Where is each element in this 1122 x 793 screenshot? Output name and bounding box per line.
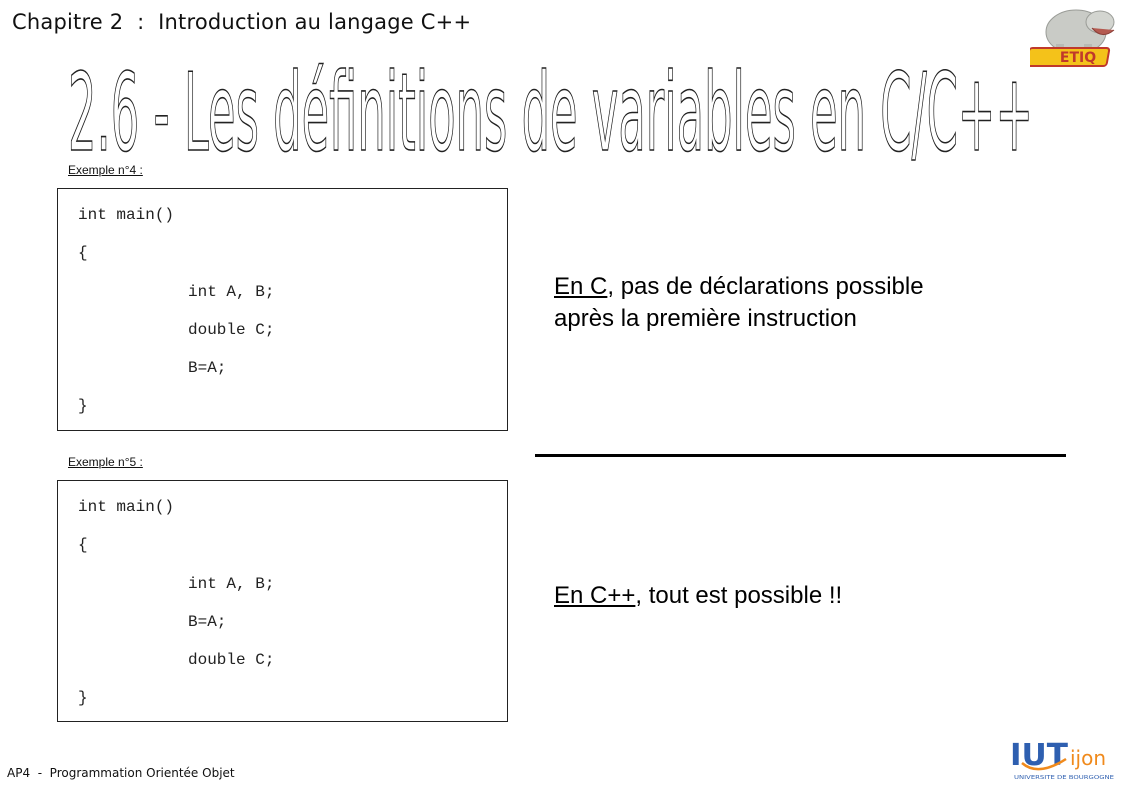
code-line: B=A; [188, 359, 227, 377]
note-c-rest: , pas de déclarations possible [607, 273, 924, 300]
code-line: { [78, 536, 88, 554]
example-5-label: Exemple n°5 : [68, 455, 143, 469]
code-block-example-4: int main() { int A, B; double C; B=A; } [57, 188, 508, 431]
note-cpp-rest: , tout est possible !! [635, 582, 843, 609]
footer-course-title: AP4 - Programmation Orientée Objet [7, 766, 235, 780]
university-text: UNIVERSITE DE BOURGOGNE [1014, 775, 1115, 781]
iut-dijon-logo: IUT ijon UNIVERSITE DE BOURGOGNE [1008, 737, 1120, 785]
note-c-emphasis: En C [554, 273, 608, 300]
note-c-line2: après la première instruction [554, 305, 857, 332]
code-line: } [78, 689, 88, 707]
divider-line [535, 454, 1066, 457]
note-cpp-emphasis: En C++ [554, 582, 636, 609]
code-line: int main() [78, 498, 175, 516]
etiq-hippo-logo: ETIQ [1025, 0, 1122, 75]
note-c-line1: En C, pas de déclarations possible [554, 271, 924, 303]
code-line: { [78, 244, 88, 262]
code-line: int A, B; [188, 283, 275, 301]
note-cpp: En C++, tout est possible !! [554, 580, 842, 612]
code-line: B=A; [188, 613, 227, 631]
code-line: int main() [78, 206, 175, 224]
etiq-text: ETIQ [1025, 47, 1111, 67]
code-line: } [78, 397, 88, 415]
section-title: 2.6 - Les définitions de variables en C/… [67, 50, 1043, 177]
chapter-title: Chapitre 2 : Introduction au langage C++ [12, 10, 472, 34]
code-block-example-5: int main() { int A, B; B=A; double C; } [57, 480, 508, 722]
code-line: double C; [188, 321, 275, 339]
code-line: int A, B; [188, 575, 275, 593]
iut-text: IUT [1010, 738, 1069, 773]
svg-text:ETIQ: ETIQ [1060, 50, 1096, 66]
code-line: double C; [188, 651, 275, 669]
dijon-text: ijon [1070, 746, 1106, 770]
section-title-text: 2.6 - Les définitions de variables en C/… [68, 51, 1033, 176]
example-4-label: Exemple n°4 : [68, 163, 143, 177]
note-c: En C, pas de déclarations possible après… [554, 271, 924, 335]
